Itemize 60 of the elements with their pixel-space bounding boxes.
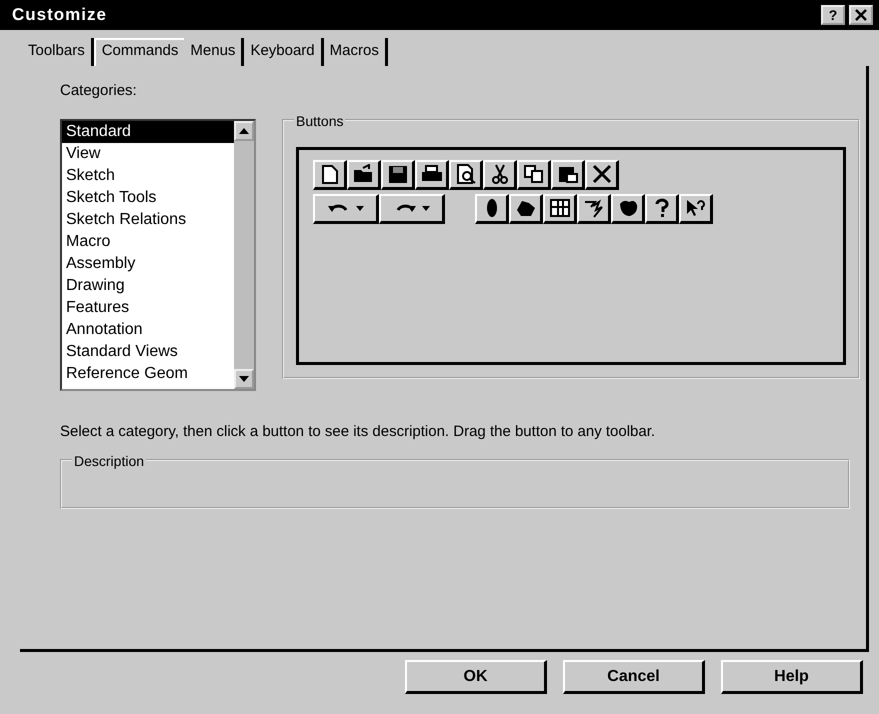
toolbar-button[interactable]: [577, 194, 611, 224]
down-arrow-icon: [239, 376, 249, 382]
toolbar-button[interactable]: [611, 194, 645, 224]
window-title: Customize: [12, 4, 107, 26]
list-item[interactable]: Annotation: [62, 318, 234, 340]
delete-icon: [590, 164, 612, 184]
tab[interactable]: Keyboard: [244, 38, 324, 66]
list-item[interactable]: Macro: [62, 230, 234, 252]
list-item[interactable]: Drawing: [62, 274, 234, 296]
toolbar-button[interactable]: [347, 160, 381, 190]
toolbar-button[interactable]: [313, 160, 347, 190]
scroll-down-button[interactable]: [234, 368, 254, 388]
toolbar-button[interactable]: [645, 194, 679, 224]
toolbar-button[interactable]: [415, 160, 449, 190]
toolbar-button[interactable]: [585, 160, 619, 190]
toolbar-button[interactable]: [449, 160, 483, 190]
close-button[interactable]: [849, 5, 873, 25]
tab[interactable]: Macros: [324, 38, 388, 66]
caret-icon: [422, 206, 430, 210]
tab[interactable]: Toolbars: [22, 38, 94, 66]
toolbar-button[interactable]: [475, 194, 509, 224]
lightning-icon: [582, 198, 604, 218]
list-item[interactable]: Sketch Relations: [62, 208, 234, 230]
help-button[interactable]: ?: [821, 5, 845, 25]
tab[interactable]: Commands: [94, 38, 184, 66]
pointer-question-icon: [684, 198, 706, 218]
toolbar-button[interactable]: [483, 160, 517, 190]
toolbar-button[interactable]: [679, 194, 713, 224]
toolbar-button[interactable]: [551, 160, 585, 190]
list-item[interactable]: Standard Views: [62, 340, 234, 362]
list-item[interactable]: Assembly: [62, 252, 234, 274]
caret-icon: [356, 206, 364, 210]
dialog-button[interactable]: Cancel: [563, 660, 705, 694]
list-item[interactable]: Sketch Tools: [62, 186, 234, 208]
clipboard-icon: [556, 164, 578, 184]
categories-label: Categories:: [60, 81, 138, 101]
categories-list[interactable]: Standard View Sketch Sketch Tools Sketch Relations Macro Assembly Drawing Features Annotation Standard Views Reference Geom: [60, 118, 256, 390]
print-preview-icon: [454, 164, 476, 184]
list-item[interactable]: Standard: [62, 120, 234, 142]
toolbar-button[interactable]: [517, 160, 551, 190]
dialog-button[interactable]: Help: [721, 660, 863, 694]
list-item[interactable]: Sketch: [62, 164, 234, 186]
close-icon: [855, 9, 867, 21]
toolbar-button[interactable]: [543, 194, 577, 224]
scroll-up-button[interactable]: [234, 120, 254, 140]
up-arrow-icon: [239, 128, 249, 134]
printer-icon: [420, 164, 442, 184]
dropdown-button[interactable]: [379, 194, 445, 224]
list-item[interactable]: View: [62, 142, 234, 164]
list-item[interactable]: Reference Geom: [62, 362, 234, 384]
dialog-button[interactable]: OK: [405, 660, 547, 694]
dropdown-button[interactable]: [313, 194, 379, 224]
folder-icon: [352, 164, 374, 184]
toolbar-button[interactable]: [381, 160, 415, 190]
tab[interactable]: Menus: [184, 38, 244, 66]
toolbar-button[interactable]: [509, 194, 543, 224]
copy-icon: [522, 164, 544, 184]
hint-text: Select a category, then click a button to see its description. Drag the button to any toolbar.: [60, 422, 656, 440]
list-item[interactable]: Features: [62, 296, 234, 318]
grid-icon: [548, 198, 570, 218]
